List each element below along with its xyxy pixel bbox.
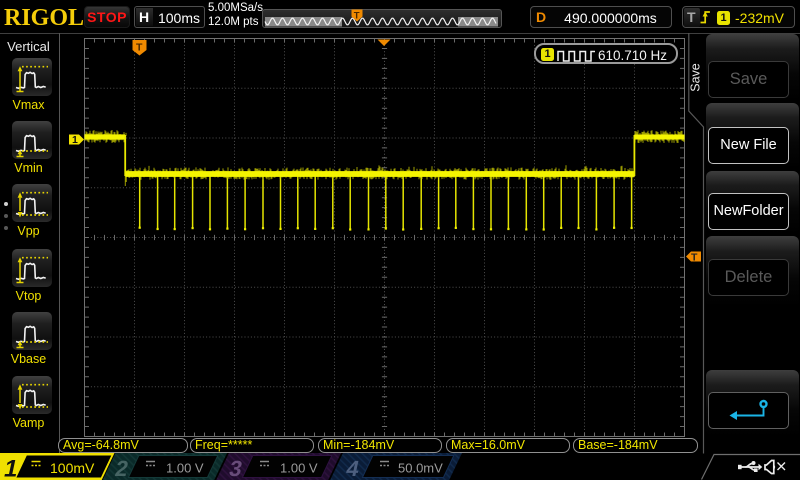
- svg-text:100mV: 100mV: [50, 460, 95, 476]
- svg-text:50.0mV: 50.0mV: [398, 461, 443, 476]
- svg-text:1.00 V: 1.00 V: [280, 461, 318, 476]
- svg-text:1.00 V: 1.00 V: [166, 461, 204, 476]
- svg-text:T: T: [136, 42, 143, 54]
- svg-text:T: T: [354, 11, 360, 22]
- svg-text:1: 1: [72, 134, 78, 146]
- svg-text:T: T: [691, 251, 698, 263]
